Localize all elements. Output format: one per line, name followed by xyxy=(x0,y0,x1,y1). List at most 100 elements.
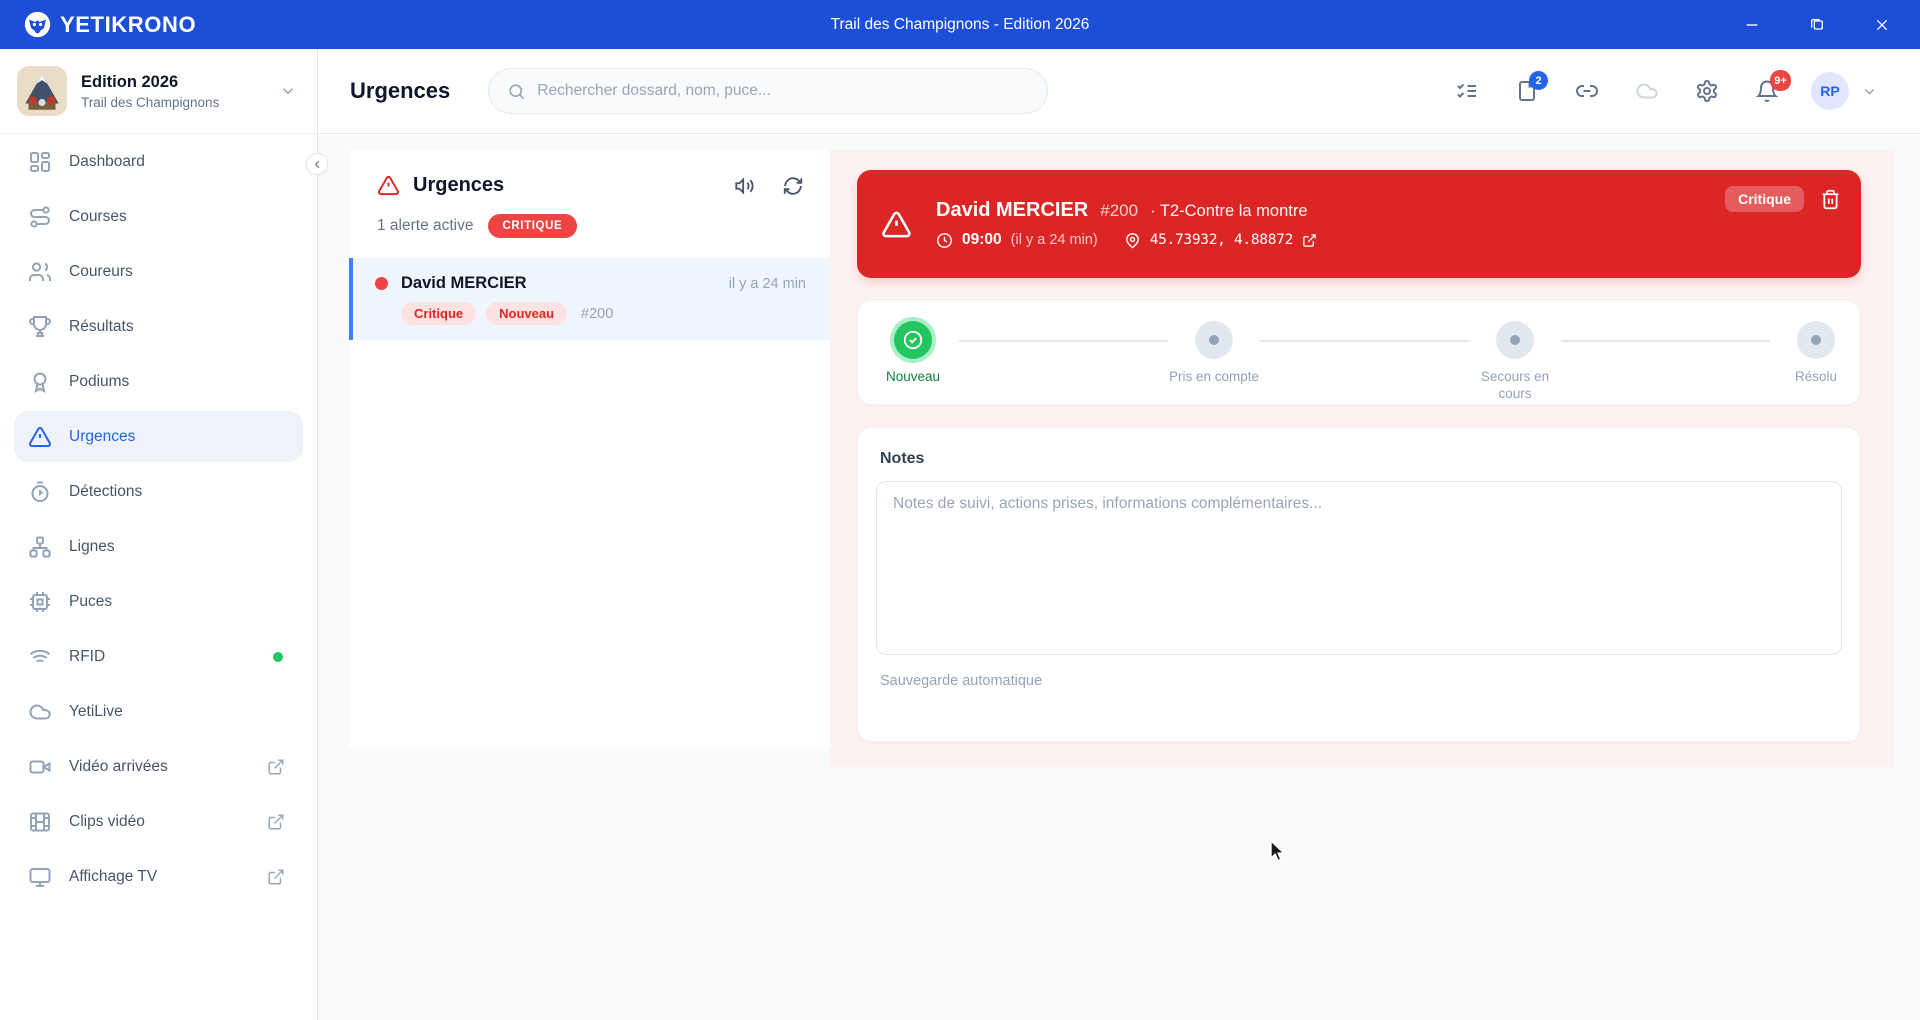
step-label: Résolu xyxy=(1794,369,1838,384)
user-menu[interactable]: RP xyxy=(1811,72,1878,110)
external-link-icon xyxy=(267,868,285,886)
close-button[interactable] xyxy=(1868,11,1896,39)
sidebar-nav: Dashboard Courses Coureurs Résultats Pod… xyxy=(0,134,317,902)
content-area: Urgences 1 alerte active CRITIQUE David … xyxy=(318,134,1920,1020)
alert-time-ago: il y a 24 min xyxy=(728,275,806,292)
detail-alert-time: 09:00 xyxy=(962,231,1002,248)
active-alert-count: 1 alerte active xyxy=(377,217,474,234)
alert-bib-number: #200 xyxy=(581,305,614,322)
notes-title: Notes xyxy=(880,450,925,467)
window-title: Trail des Champignons - Edition 2026 xyxy=(830,15,1090,33)
tasks-icon[interactable] xyxy=(1455,79,1479,103)
sidebar-collapse-button[interactable] xyxy=(306,153,328,175)
notifications-icon[interactable]: 9+ xyxy=(1755,70,1791,103)
alert-triangle-icon xyxy=(28,425,52,449)
sidebar-item-rfid[interactable]: RFID xyxy=(14,631,303,682)
detail-runner-name: David MERCIER xyxy=(936,199,1089,221)
detail-race-name: · T2-Contre la montre xyxy=(1150,202,1308,220)
sound-toggle-icon[interactable] xyxy=(734,175,756,197)
documents-badge: 2 xyxy=(1529,71,1548,90)
step-resolu[interactable]: Résolu xyxy=(1751,321,1881,386)
sidebar-item-video-arrivees[interactable]: Vidéo arrivées xyxy=(14,741,303,792)
detail-severity-badge: Critique xyxy=(1725,186,1804,212)
sidebar-item-detections[interactable]: Détections xyxy=(14,466,303,517)
step-dot-icon xyxy=(1195,321,1233,359)
sidebar-item-urgences[interactable]: Urgences xyxy=(14,411,303,462)
sidebar-item-label: Détections xyxy=(69,482,143,500)
sidebar-item-courses[interactable]: Courses xyxy=(14,191,303,242)
sidebar-item-resultats[interactable]: Résultats xyxy=(14,301,303,352)
search-bar[interactable] xyxy=(488,68,1049,114)
documents-icon[interactable]: 2 xyxy=(1515,71,1548,103)
sidebar-item-label: Courses xyxy=(69,207,127,225)
timer-icon xyxy=(28,480,52,504)
alert-list-item[interactable]: David MERCIER il y a 24 min Critique Nou… xyxy=(349,258,830,340)
step-secours-en-cours[interactable]: Secours en cours xyxy=(1465,321,1565,403)
wifi-icon xyxy=(28,645,52,669)
edition-switcher[interactable]: Edition 2026 Trail des Champignons xyxy=(0,49,317,134)
sidebar-item-clips-video[interactable]: Clips vidéo xyxy=(14,796,303,847)
sidebar-item-puces[interactable]: Puces xyxy=(14,576,303,627)
sidebar-item-label: Dashboard xyxy=(69,152,145,170)
sidebar-item-dashboard[interactable]: Dashboard xyxy=(14,136,303,187)
sidebar-item-label: Résultats xyxy=(69,317,134,335)
minimize-button[interactable] xyxy=(1738,11,1766,39)
chevron-down-icon xyxy=(1861,83,1878,100)
step-pris-en-compte[interactable]: Pris en compte xyxy=(1149,321,1279,386)
restore-button[interactable] xyxy=(1803,11,1831,39)
users-icon xyxy=(28,260,52,284)
search-input[interactable] xyxy=(537,82,1030,100)
film-icon xyxy=(28,810,52,834)
detail-gps-coordinates[interactable]: 45.73932, 4.88872 xyxy=(1150,232,1294,248)
sidebar: Edition 2026 Trail des Champignons Dashb… xyxy=(0,49,328,1020)
alerts-panel: Urgences 1 alerte active CRITIQUE David … xyxy=(349,150,830,748)
sidebar-item-affichage-tv[interactable]: Affichage TV xyxy=(14,851,303,902)
network-icon xyxy=(28,535,52,559)
sidebar-item-label: YetiLive xyxy=(69,702,123,720)
step-dot-icon xyxy=(1496,321,1534,359)
step-nouveau[interactable]: Nouveau xyxy=(848,321,978,386)
edition-logo xyxy=(17,66,67,116)
alert-triangle-icon xyxy=(377,174,400,197)
step-label: Nouveau xyxy=(885,369,941,384)
edition-subtitle: Trail des Champignons xyxy=(81,94,220,110)
step-connector xyxy=(959,340,1168,342)
sidebar-item-lignes[interactable]: Lignes xyxy=(14,521,303,572)
detail-bib-number: #200 xyxy=(1100,201,1139,220)
step-label: Pris en compte xyxy=(1168,369,1260,384)
chevron-down-icon xyxy=(279,82,297,100)
sidebar-item-podiums[interactable]: Podiums xyxy=(14,356,303,407)
monitor-icon xyxy=(28,865,52,889)
step-label: Secours en cours xyxy=(1480,369,1550,401)
settings-icon[interactable] xyxy=(1695,79,1719,103)
clock-icon xyxy=(936,232,953,249)
external-link-icon[interactable] xyxy=(1302,233,1317,248)
user-avatar[interactable]: RP xyxy=(1811,72,1849,110)
detail-time-ago: (il y a 24 min) xyxy=(1010,232,1098,248)
step-connector xyxy=(1260,340,1469,342)
status-stepper: Nouveau Pris en compte Secours en cours … xyxy=(857,300,1861,405)
map-pin-icon xyxy=(1124,232,1141,249)
link-icon[interactable] xyxy=(1575,79,1599,103)
cloud-sync-icon[interactable] xyxy=(1635,79,1659,103)
sidebar-item-label: Vidéo arrivées xyxy=(69,757,168,775)
sidebar-item-label: Puces xyxy=(69,592,113,610)
sidebar-item-label: Clips vidéo xyxy=(69,812,145,830)
medal-icon xyxy=(28,370,52,394)
refresh-icon[interactable] xyxy=(782,175,804,197)
notes-textarea[interactable] xyxy=(876,481,1842,655)
cloud-icon xyxy=(28,700,52,724)
sidebar-item-label: Urgences xyxy=(69,427,136,445)
alert-runner-name: David MERCIER xyxy=(401,274,527,292)
sidebar-item-coureurs[interactable]: Coureurs xyxy=(14,246,303,297)
trash-icon[interactable] xyxy=(1820,189,1841,210)
route-icon xyxy=(28,205,52,229)
alert-detail-pane: David MERCIER #200 · T2-Contre la montre… xyxy=(830,150,1893,767)
sidebar-item-yetilive[interactable]: YetiLive xyxy=(14,686,303,737)
window-titlebar: YETIKRONO Trail des Champignons - Editio… xyxy=(0,0,1920,49)
severity-badge: CRITIQUE xyxy=(487,214,578,238)
rfid-online-dot xyxy=(273,651,283,662)
sidebar-item-label: Coureurs xyxy=(69,262,133,280)
step-dot-icon xyxy=(1797,321,1835,359)
alert-detail-card: David MERCIER #200 · T2-Contre la montre… xyxy=(857,170,1861,278)
